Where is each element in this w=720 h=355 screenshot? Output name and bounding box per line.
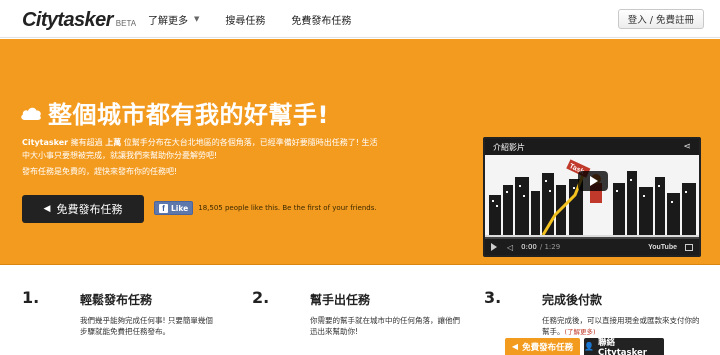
step-3-number: 3. <box>484 288 502 307</box>
cloud-icon <box>21 107 41 120</box>
share-icon[interactable]: ⋖ <box>683 142 691 152</box>
nav-learn-more-label: 了解更多 <box>148 15 188 27</box>
login-register-button[interactable]: 登入 / 免費註冊 <box>617 9 704 29</box>
video-controls: ◁ 0:00 / 1:29 YouTube <box>485 239 699 255</box>
nav-learn-more[interactable]: 了解更多 ▼ <box>148 12 199 27</box>
hero-desc-count: 上萬 <box>105 138 122 147</box>
top-nav: Citytasker BETA 了解更多 ▼ 搜尋任務 免費發布任務 登入 / … <box>0 0 720 38</box>
nav-post-task[interactable]: 免費發布任務 <box>291 12 351 27</box>
hero-desc-text-1: 擁有超過 <box>68 138 106 147</box>
hero-title: 整個城市都有我的好幫手! <box>20 95 329 130</box>
video-title: 介紹影片 <box>493 142 525 152</box>
nav-search-tasks-label: 搜尋任務 <box>225 15 266 27</box>
footer-post-task-label: 免費發布任務 <box>522 342 574 353</box>
step-2-desc: 你需要的幫手就在城市中的任何角落，讓他們迅出來幫助你! <box>310 316 460 336</box>
footer-contact-label: 聯絡 Citytasker <box>597 337 647 355</box>
video-title-bar: 介紹影片 ⋖ <box>485 139 699 155</box>
logo-text: Citytasker <box>22 9 113 31</box>
person-icon: 👤 <box>584 342 594 351</box>
footer-post-task-button[interactable]: ◀ 免費發布任務 <box>505 338 580 355</box>
logo-beta: BETA <box>115 19 137 28</box>
facebook-like-label: Like <box>171 203 189 213</box>
hero-title-text: 整個城市都有我的好幫手! <box>48 101 329 129</box>
footer-contact-button[interactable]: 👤 聯絡 Citytasker <box>584 338 664 355</box>
step-2-title: 幫手出任務 <box>310 293 371 307</box>
facebook-like: f Like 18,505 people like this. Be the f… <box>154 201 377 215</box>
facebook-like-button[interactable]: f Like <box>154 201 194 215</box>
step-1-title: 輕鬆發布任務 <box>80 293 153 307</box>
fullscreen-icon[interactable] <box>685 243 693 251</box>
logo[interactable]: Citytasker BETA <box>22 9 136 32</box>
video-current-time: 0:00 <box>521 243 537 251</box>
megaphone-icon: ◀ <box>43 204 51 214</box>
video-thumbnail: Task <box>485 155 699 243</box>
step-2-number: 2. <box>252 288 270 307</box>
hero-desc-brand: Citytasker <box>22 138 69 147</box>
facebook-icon: f <box>159 203 168 213</box>
nav-links: 了解更多 ▼ 搜尋任務 免費發布任務 <box>148 0 377 38</box>
video-total-time: / 1:29 <box>539 243 561 251</box>
youtube-logo[interactable]: YouTube <box>648 244 677 251</box>
learn-more-link[interactable]: (了解更多) <box>565 328 596 336</box>
intro-video[interactable]: 介紹影片 ⋖ Task ◁ 0:00 / 1:29 YouTube <box>483 137 701 257</box>
chevron-down-icon: ▼ <box>194 15 200 23</box>
step-1-desc: 我們幾乎能夠完成任何事! 只要簡單幾個步驟就能免費把任務發布。 <box>80 316 213 336</box>
hero-free-line: 發布任務是免費的，趕快來發布你的任務吧! <box>22 167 178 176</box>
volume-icon[interactable]: ◁ <box>507 243 513 252</box>
post-task-button[interactable]: ◀ 免費發布任務 <box>22 195 144 223</box>
post-task-button-label: 免費發布任務 <box>56 203 123 216</box>
megaphone-icon: ◀ <box>511 342 519 351</box>
hero-banner: 整個城市都有我的好幫手! Citytasker 擁有超過 上萬 位幫手分布在大台… <box>0 39 720 265</box>
step-3-title: 完成後付款 <box>542 293 603 307</box>
nav-search-tasks[interactable]: 搜尋任務 <box>225 12 265 27</box>
nav-post-task-label: 免費發布任務 <box>291 15 352 27</box>
play-button[interactable] <box>578 171 608 191</box>
facebook-like-count: 18,505 people like this. Be the first of… <box>198 204 377 212</box>
step-1-number: 1. <box>22 288 40 307</box>
play-icon[interactable] <box>491 243 497 251</box>
hero-description: Citytasker 擁有超過 上萬 位幫手分布在大台北地區的各個角落，已經準備… <box>22 137 382 162</box>
